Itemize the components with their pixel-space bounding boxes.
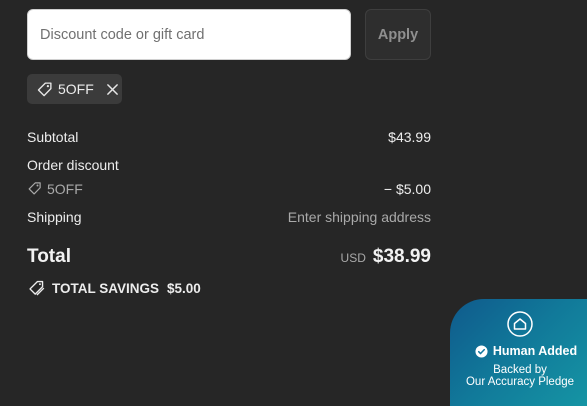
- tags-icon: [27, 279, 46, 298]
- badge-line-2: Our Accuracy Pledge: [465, 376, 575, 388]
- discount-code-row: 5OFF − $5.00: [27, 181, 431, 197]
- accuracy-pledge-badge[interactable]: Human Added Backed by Our Accuracy Pledg…: [450, 299, 587, 406]
- shipping-value: Enter shipping address: [287, 209, 431, 225]
- discount-code-label: 5OFF: [27, 181, 83, 197]
- applied-discount-chip: 5OFF: [27, 74, 122, 104]
- tag-icon: [27, 181, 42, 196]
- total-label: Total: [27, 246, 71, 267]
- total-row: Total USD $38.99: [27, 246, 431, 268]
- home-icon: [506, 310, 534, 338]
- check-badge-icon: [475, 344, 488, 358]
- order-discount-row: Order discount: [27, 157, 431, 173]
- discount-value: − $5.00: [383, 181, 431, 197]
- close-icon[interactable]: [106, 83, 119, 96]
- apply-button[interactable]: Apply: [365, 9, 431, 60]
- shipping-row: Shipping Enter shipping address: [27, 209, 431, 225]
- subtotal-value: $43.99: [388, 129, 431, 145]
- total-amount-group: USD $38.99: [341, 246, 431, 268]
- order-discount-label: Order discount: [27, 157, 119, 173]
- total-savings-label: TOTAL SAVINGS: [52, 281, 160, 296]
- order-summary: Apply 5OFF Subtotal $43.99 Order discoun…: [0, 0, 587, 406]
- subtotal-row: Subtotal $43.99: [27, 129, 431, 145]
- applied-code-label: 5OFF: [58, 81, 94, 97]
- subtotal-label: Subtotal: [27, 129, 79, 145]
- total-savings-amount: $5.00: [167, 281, 201, 296]
- discount-code-text: 5OFF: [47, 181, 83, 197]
- total-amount: $38.99: [372, 246, 431, 267]
- currency-code: USD: [340, 251, 366, 265]
- badge-headline-text: Human Added: [492, 344, 578, 358]
- total-savings-row: TOTAL SAVINGS $5.00: [27, 279, 201, 298]
- shipping-label: Shipping: [27, 209, 82, 225]
- discount-code-input[interactable]: [27, 9, 351, 60]
- badge-line-1: Backed by: [493, 364, 547, 376]
- tag-icon: [36, 81, 53, 98]
- badge-headline: Human Added: [464, 344, 587, 358]
